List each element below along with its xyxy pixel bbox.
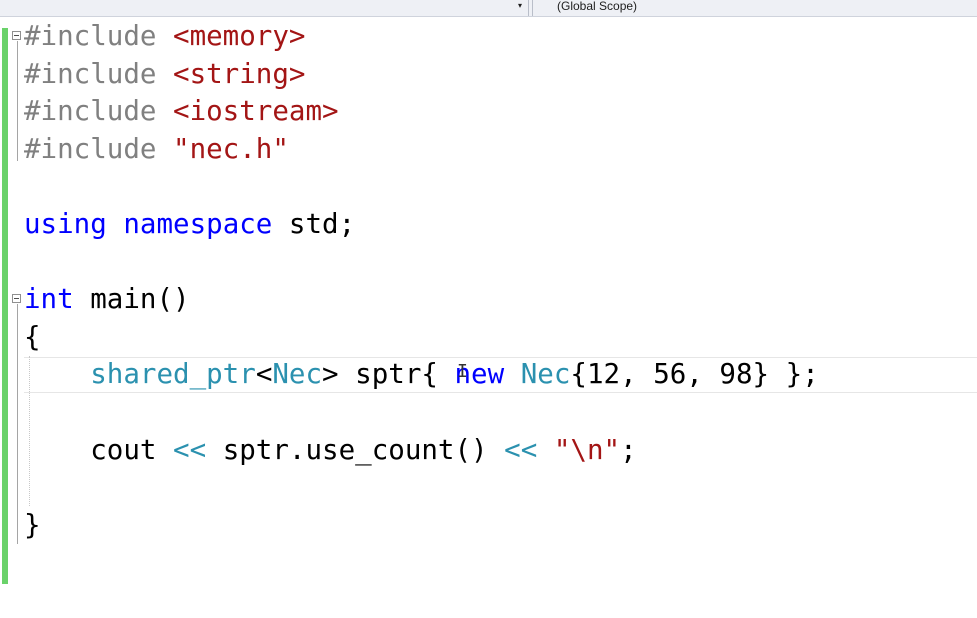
code-token: Nec [520,358,571,391]
code-token: << [504,433,538,466]
code-token: using [24,208,107,240]
code-token: Nec [272,358,323,391]
chevron-down-icon[interactable]: ▾ [513,0,527,14]
code-token: <memory> [173,20,306,52]
code-token: #include [24,57,174,90]
code-token: int [24,283,74,316]
code-token: << [173,433,207,466]
code-token: "nec.h" [173,132,289,165]
navbar-divider [532,0,533,16]
code-line[interactable]: #include <string> [24,55,305,93]
collapse-includes-icon[interactable] [12,31,21,40]
code-token: #include [24,95,174,128]
code-token: sptr.use_count() [206,433,505,466]
code-token: cout [24,433,174,466]
code-line[interactable]: #include <memory> [24,17,305,55]
code-token: < [255,358,273,391]
code-token: std; [272,208,356,240]
code-token: "\n" [553,433,621,466]
outline-guide [17,304,18,544]
code-token: <string> [173,57,306,90]
global-scope-dropdown[interactable]: (Global Scope) [557,0,637,14]
code-token: ; [620,433,637,466]
navigation-bar: ▾ (Global Scope) [0,0,977,17]
change-tracking-margin [2,28,8,584]
code-line[interactable]: { [24,318,41,356]
collapse-main-icon[interactable] [12,294,21,303]
code-line[interactable]: using namespace std; [24,205,355,243]
outline-guide [17,41,18,161]
code-token: > sptr{ [322,358,455,391]
code-token: namespace [123,208,273,240]
code-line[interactable]: #include <iostream> [24,92,339,130]
code-line[interactable]: #include "nec.h" [24,130,289,168]
text-cursor-icon: I [457,361,468,382]
code-token: <iostream> [173,95,339,128]
code-token: } [24,508,41,541]
code-line[interactable]: int main() [24,280,190,318]
code-line[interactable]: } [24,506,41,544]
code-line[interactable]: shared_ptr<Nec> sptr{ new Nec{12, 56, 98… [24,355,819,393]
code-token: {12, 56, 98} }; [570,358,819,391]
code-token: main() [73,283,190,316]
code-editor-window: ▾ (Global Scope) #include <memory> #inclu… [0,0,977,618]
code-line[interactable]: cout << sptr.use_count() << "\n"; [24,431,637,469]
code-token: shared_ptr [90,358,256,391]
code-token: #include [24,20,174,52]
code-token: { [24,320,41,353]
type-scope-dropdown[interactable] [0,0,529,16]
code-token: #include [24,132,174,165]
